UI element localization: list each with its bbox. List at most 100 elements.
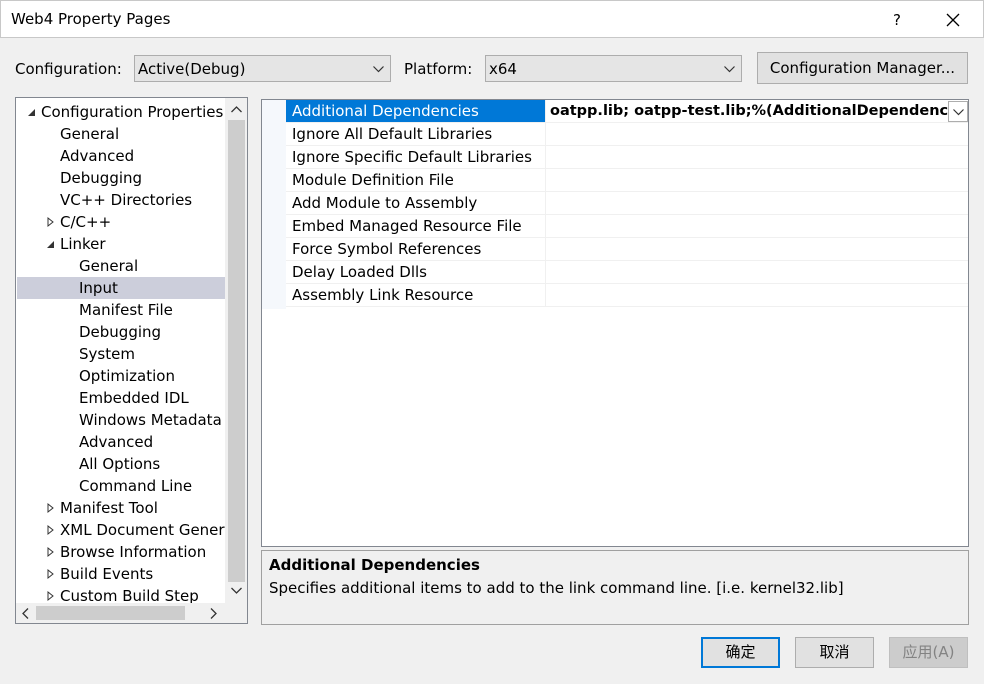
tree-item[interactable]: Command Line — [16, 475, 225, 497]
scroll-down-icon[interactable] — [231, 587, 242, 594]
tree-horizontal-thumb[interactable] — [36, 606, 185, 620]
property-name[interactable]: Embed Managed Resource File — [286, 215, 546, 237]
property-name[interactable]: Add Module to Assembly — [286, 192, 546, 214]
tree-item-label: Advanced — [79, 433, 154, 451]
tree-item-label: Command Line — [79, 477, 193, 495]
tree-item[interactable]: XML Document Genera — [16, 519, 234, 541]
collapsed-triangle-icon[interactable] — [46, 563, 56, 585]
tree-vertical-thumb[interactable] — [228, 120, 245, 582]
platform-label: Platform: — [404, 60, 473, 78]
tree-item-label: Embedded IDL — [79, 389, 189, 407]
tree-item[interactable]: Input — [16, 277, 225, 299]
platform-dropdown[interactable]: x64 — [485, 55, 742, 82]
collapsed-triangle-icon[interactable] — [46, 497, 56, 519]
scroll-left-icon[interactable] — [22, 608, 29, 619]
tree-item[interactable]: Advanced — [16, 431, 225, 453]
expanded-triangle-icon[interactable] — [46, 233, 56, 255]
title-bar: Web4 Property Pages ? — [0, 0, 984, 38]
close-icon — [946, 13, 960, 27]
property-row[interactable]: Delay Loaded Dlls — [286, 261, 968, 284]
property-grid: Additional Dependencies oatpp.lib; oatpp-… — [261, 99, 969, 547]
tree-item[interactable]: Manifest Tool — [16, 497, 225, 519]
property-name[interactable]: Delay Loaded Dlls — [286, 261, 546, 283]
tree-item[interactable]: Debugging — [16, 321, 225, 343]
property-value[interactable]: oatpp.lib; oatpp-test.lib;%(AdditionalDe… — [547, 100, 968, 122]
category-tree: Configuration Properties General Advanced D… — [15, 97, 248, 624]
property-row[interactable]: Add Module to Assembly — [286, 192, 968, 215]
tree-horizontal-scrollbar[interactable] — [16, 603, 225, 623]
property-name[interactable]: Ignore All Default Libraries — [286, 123, 546, 145]
tree-item-label: Debugging — [79, 323, 162, 341]
configuration-label: Configuration: — [15, 60, 122, 78]
tree-item[interactable]: Build Events — [16, 563, 225, 585]
property-name[interactable]: Module Definition File — [286, 169, 546, 191]
configuration-manager-button[interactable]: Configuration Manager... — [757, 52, 968, 84]
help-button[interactable]: ? — [881, 7, 913, 33]
tree-item[interactable]: System — [16, 343, 225, 365]
tree-item-label: Advanced — [60, 147, 135, 165]
property-value[interactable] — [547, 215, 968, 237]
description-panel: Additional Dependencies Specifies additi… — [261, 550, 969, 625]
expanded-triangle-icon[interactable] — [27, 101, 37, 123]
property-value[interactable] — [547, 169, 968, 191]
configuration-value: Active(Debug) — [138, 60, 246, 78]
collapsed-triangle-icon[interactable] — [46, 541, 56, 563]
property-row[interactable]: Ignore All Default Libraries — [286, 123, 968, 146]
property-row[interactable]: Assembly Link Resource — [286, 284, 968, 307]
property-value[interactable] — [547, 192, 968, 214]
tree-item[interactable]: VC++ Directories — [16, 189, 225, 211]
property-row[interactable]: Module Definition File — [286, 169, 968, 192]
tree-item[interactable]: Linker — [16, 233, 225, 255]
property-name[interactable]: Ignore Specific Default Libraries — [286, 146, 546, 168]
tree-item[interactable]: All Options — [16, 453, 225, 475]
property-row[interactable]: Ignore Specific Default Libraries — [286, 146, 968, 169]
property-row[interactable]: Embed Managed Resource File — [286, 215, 968, 238]
chevron-down-icon — [373, 66, 384, 73]
tree-item[interactable]: Configuration Properties — [16, 101, 225, 123]
property-name[interactable]: Additional Dependencies — [286, 100, 546, 122]
tree-item[interactable]: Optimization — [16, 365, 225, 387]
property-row[interactable]: Force Symbol References — [286, 238, 968, 261]
tree-item[interactable]: General — [16, 255, 225, 277]
tree-item[interactable]: General — [16, 123, 225, 145]
tree-item[interactable]: C/C++ — [16, 211, 225, 233]
collapsed-triangle-icon[interactable] — [46, 211, 56, 233]
collapsed-triangle-icon[interactable] — [46, 519, 56, 541]
property-dropdown-button[interactable] — [948, 101, 968, 122]
tree-item-label: Linker — [60, 235, 106, 253]
scroll-up-icon[interactable] — [231, 106, 242, 113]
tree-item[interactable]: Browse Information — [16, 541, 225, 563]
configuration-dropdown[interactable]: Active(Debug) — [134, 55, 391, 82]
ok-button[interactable]: 确定 — [701, 637, 780, 668]
property-row[interactable]: Additional Dependencies oatpp.lib; oatpp-… — [286, 100, 968, 123]
apply-button[interactable]: 应用(A) — [889, 637, 968, 668]
tree-item[interactable]: Manifest File — [16, 299, 225, 321]
tree-item[interactable]: Embedded IDL — [16, 387, 225, 409]
tree-item-label: All Options — [79, 455, 161, 473]
cancel-button[interactable]: 取消 — [795, 637, 874, 668]
property-value[interactable] — [547, 261, 968, 283]
property-name[interactable]: Force Symbol References — [286, 238, 546, 260]
tree-item-label: Input — [79, 279, 118, 297]
property-value[interactable] — [547, 284, 968, 306]
tree-item[interactable]: Windows Metadata — [16, 409, 225, 431]
tree-item-label: Build Events — [60, 565, 154, 583]
platform-value: x64 — [489, 60, 517, 78]
scroll-right-icon[interactable] — [210, 608, 217, 619]
tree-item-label: Windows Metadata — [79, 411, 222, 429]
tree-item[interactable]: Debugging — [16, 167, 225, 189]
property-value[interactable] — [547, 146, 968, 168]
window-title: Web4 Property Pages — [11, 10, 171, 28]
tree-item[interactable]: Advanced — [16, 145, 225, 167]
tree-item-label: Optimization — [79, 367, 175, 385]
chevron-down-icon — [724, 66, 735, 73]
tree-item-label: General — [60, 125, 120, 143]
tree-item-label: General — [79, 257, 139, 275]
tree-vertical-scrollbar[interactable] — [225, 98, 247, 603]
property-value[interactable] — [547, 238, 968, 260]
tree-item-label: Browse Information — [60, 543, 207, 561]
property-name[interactable]: Assembly Link Resource — [286, 284, 546, 306]
property-grid-gutter — [262, 100, 286, 309]
close-button[interactable] — [937, 7, 969, 33]
property-value[interactable] — [547, 123, 968, 145]
